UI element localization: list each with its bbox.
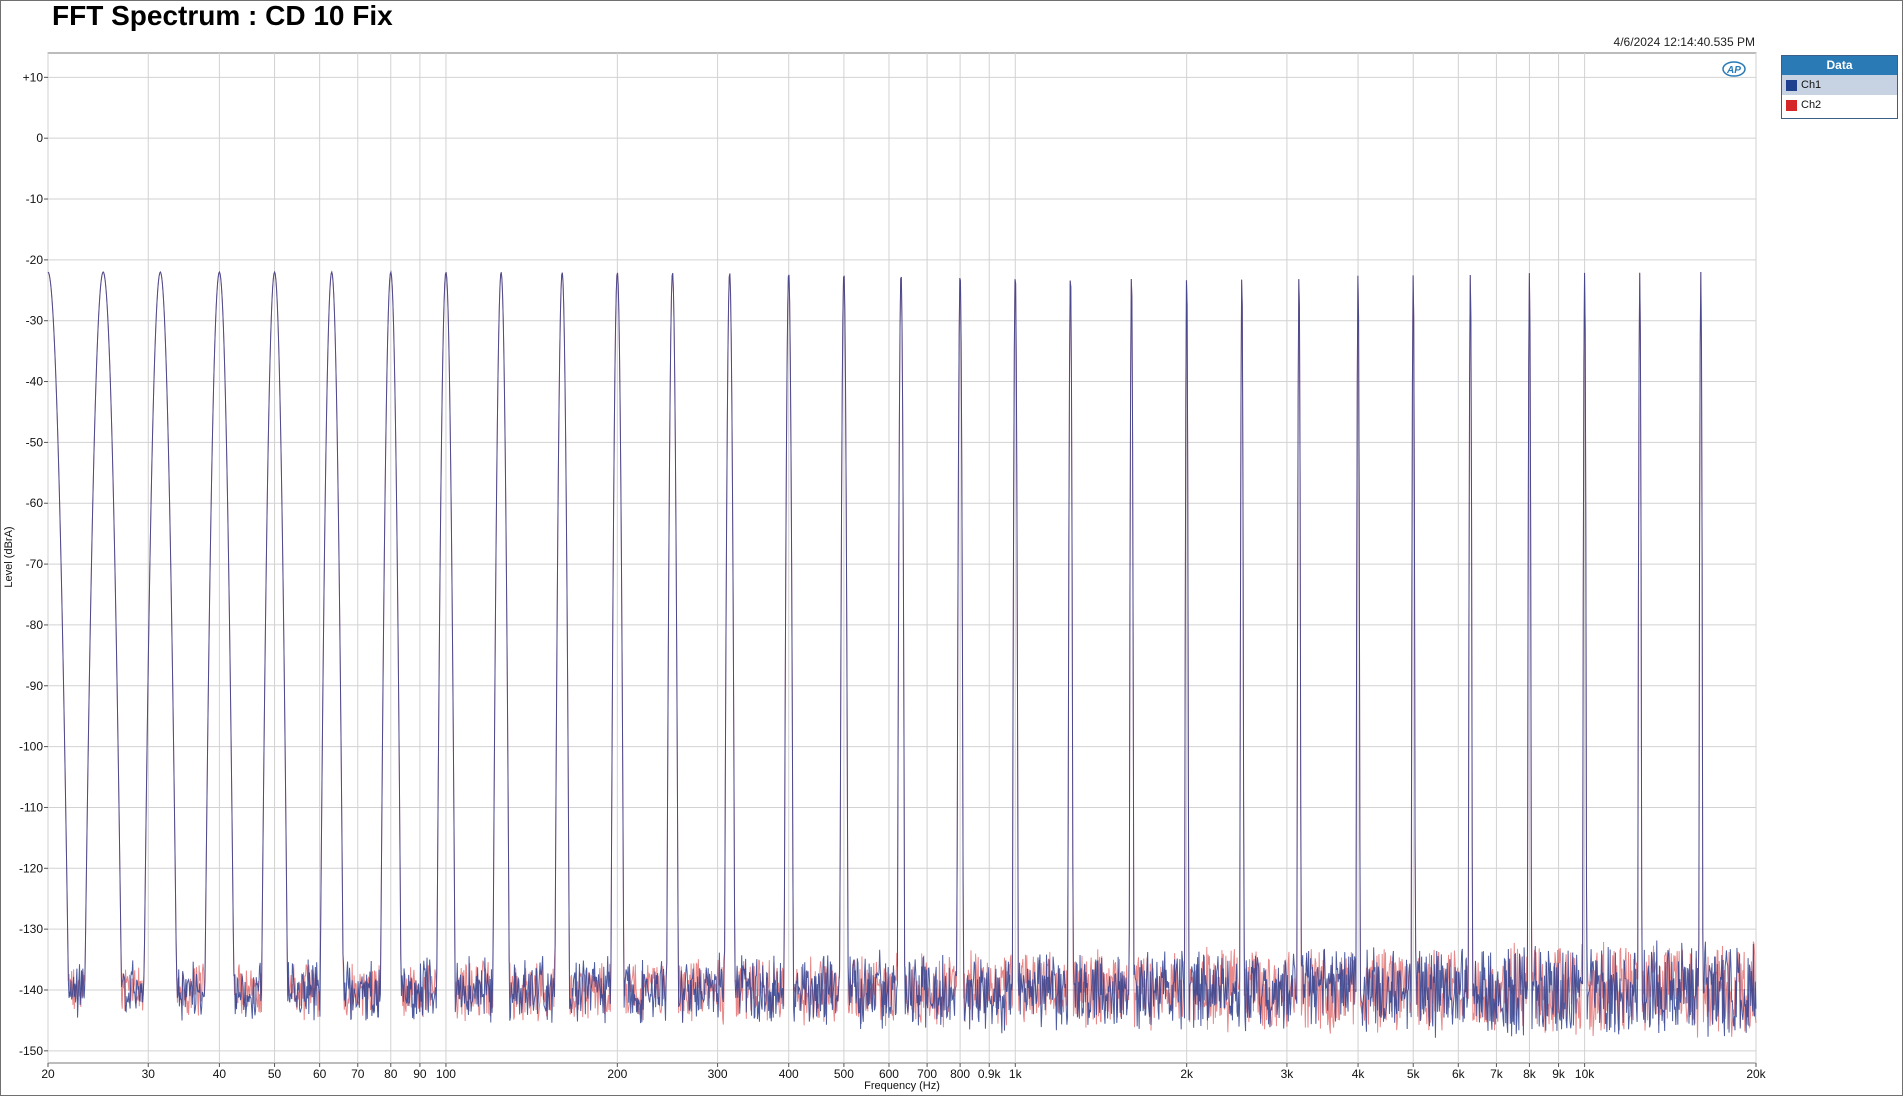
x-tick-label: 40 (213, 1067, 227, 1081)
x-tick-label: 90 (413, 1067, 427, 1081)
x-tick-label: 30 (142, 1067, 156, 1081)
x-tick-label: 50 (268, 1067, 282, 1081)
x-tick-label: 2k (1180, 1067, 1194, 1081)
x-tick-label: 3k (1281, 1067, 1295, 1081)
x-tick-label: 200 (607, 1067, 627, 1081)
x-tick-label: 80 (384, 1067, 398, 1081)
x-tick-label: 400 (779, 1067, 799, 1081)
x-axis-ticks: 20 30 40 50 60 70 80 90 100 200 300 400 500 600 700 800… (41, 1063, 1767, 1081)
fft-chart: +10 0 -10 -20 -30 -40 -50 -60 -70 -80 -90 -100 -110 -… (3, 52, 1767, 1092)
x-tick-label: 300 (708, 1067, 728, 1081)
ap-logo-text: AP (1726, 65, 1741, 76)
x-axis-label: Frequency (Hz) (864, 1080, 940, 1092)
y-tick-label: -130 (19, 922, 43, 936)
y-tick-label: -70 (26, 557, 44, 571)
x-tick-label: 0.9k (978, 1067, 1002, 1081)
y-tick-label: -10 (26, 192, 44, 206)
y-tick-label: 0 (36, 131, 43, 145)
x-tick-label: 6k (1452, 1067, 1466, 1081)
x-tick-label: 7k (1490, 1067, 1504, 1081)
y-tick-label: -20 (26, 253, 44, 267)
x-tick-label: 500 (834, 1067, 854, 1081)
legend-title: Data (1782, 56, 1897, 75)
legend-item-ch2[interactable]: Ch2 (1782, 95, 1897, 115)
legend: Data Ch1 Ch2 (1781, 55, 1898, 119)
x-tick-label: 60 (313, 1067, 327, 1081)
y-tick-label: -60 (26, 496, 44, 510)
x-tick-label: 9k (1552, 1067, 1566, 1081)
y-tick-label: -40 (26, 375, 44, 389)
y-tick-label: +10 (23, 70, 44, 84)
x-tick-label: 70 (351, 1067, 365, 1081)
plot-area (47, 52, 1757, 1064)
x-tick-label: 20k (1746, 1067, 1766, 1081)
x-tick-label: 20 (41, 1067, 55, 1081)
ap-logo-icon: AP (1722, 61, 1746, 77)
legend-swatch-ch2 (1786, 99, 1797, 111)
x-tick-label: 600 (879, 1067, 899, 1081)
y-tick-label: -30 (26, 314, 44, 328)
legend-label-ch2: Ch2 (1801, 99, 1822, 111)
y-tick-label: -110 (20, 800, 43, 814)
x-tick-label: 10k (1575, 1067, 1595, 1081)
x-tick-label: 8k (1523, 1067, 1537, 1081)
legend-swatch-ch1 (1786, 79, 1797, 91)
y-tick-label: -140 (19, 983, 43, 997)
x-tick-label: 4k (1352, 1067, 1366, 1081)
y-axis-ticks: +10 0 -10 -20 -30 -40 -50 -60 -70 -80 -90 -100 -110 -… (19, 70, 48, 1058)
x-tick-label: 700 (917, 1067, 937, 1081)
legend-label-ch1: Ch1 (1801, 79, 1822, 91)
y-tick-label: -100 (19, 740, 43, 754)
x-tick-label: 100 (436, 1067, 456, 1081)
y-tick-label: -90 (26, 679, 44, 693)
x-tick-label: 1k (1009, 1067, 1023, 1081)
y-axis-label: Level (dBrA) (3, 526, 15, 587)
y-tick-label: -50 (26, 435, 44, 449)
y-tick-label: -150 (19, 1044, 43, 1058)
x-tick-label: 800 (950, 1067, 970, 1081)
y-tick-label: -80 (26, 618, 44, 632)
legend-item-ch1[interactable]: Ch1 (1782, 75, 1897, 95)
x-tick-label: 5k (1407, 1067, 1421, 1081)
y-tick-label: -120 (19, 861, 43, 875)
